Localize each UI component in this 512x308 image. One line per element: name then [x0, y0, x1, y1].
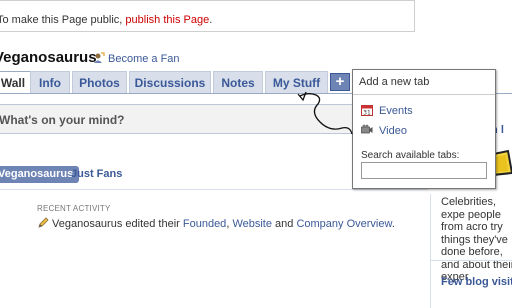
notice-bar: To make this Page public, publish this P…	[0, 0, 415, 32]
search-tabs-input[interactable]	[361, 162, 487, 179]
tab-discussions[interactable]: Discussions	[129, 71, 211, 93]
recent-activity-label: RECENT ACTIVITY	[37, 204, 111, 213]
video-camera-icon	[361, 124, 373, 136]
become-fan-link[interactable]: Become a Fan	[93, 52, 180, 65]
publish-page-link[interactable]: publish this Page	[125, 14, 209, 26]
calendar-icon: 31	[361, 104, 373, 117]
tab-info[interactable]: Info	[30, 71, 70, 93]
filter-page-posts[interactable]: Veganosaurus	[0, 166, 80, 183]
filter-just-fans[interactable]: Just Fans	[71, 168, 122, 180]
activity-suffix: .	[391, 218, 395, 230]
dropdown-item-video[interactable]: Video	[361, 124, 407, 137]
dropdown-item-events[interactable]: 31 Events	[361, 104, 413, 117]
dropdown-item-label: Video	[379, 125, 407, 137]
fan-icon	[93, 52, 105, 64]
tab-photos[interactable]: Photos	[72, 71, 127, 93]
website-link[interactable]: Website	[232, 218, 272, 230]
dropdown-separator	[353, 94, 495, 95]
notice-text: To make this Page public, publish this P…	[0, 14, 212, 26]
pencil-icon	[37, 217, 49, 229]
tab-my-stuff[interactable]: My Stuff	[265, 71, 328, 93]
status-placeholder: What's on your mind?	[0, 113, 125, 127]
activity-sep-2: and	[271, 218, 297, 230]
company-overview-link[interactable]: Company Overview	[296, 218, 391, 230]
tab-notes[interactable]: Notes	[213, 71, 263, 93]
svg-text:31: 31	[363, 110, 371, 117]
add-tab-dropdown: Add a new tab 31 Events Video Search ava…	[352, 69, 496, 189]
add-tab-button[interactable]: +	[330, 73, 350, 91]
founded-link[interactable]: Founded	[183, 218, 226, 230]
sidebar-separator	[430, 260, 512, 261]
sidebar-divider	[430, 194, 431, 308]
search-tabs-label: Search available tabs:	[361, 150, 460, 161]
dropdown-item-label: Events	[379, 105, 413, 117]
notice-suffix: .	[209, 14, 213, 26]
tab-wall[interactable]: Wall	[0, 71, 32, 93]
dropdown-title: Add a new tab	[359, 76, 430, 88]
sidebar-heading: Few blog visito	[441, 276, 512, 288]
filter-divider	[0, 189, 428, 190]
become-fan-label: Become a Fan	[108, 53, 180, 65]
activity-item: Veganosaurus edited their Founded, Websi…	[37, 217, 395, 230]
sidebar-blurb: Celebrities, expe people from acro try t…	[441, 196, 512, 283]
page-title: Veganosaurus	[0, 49, 97, 66]
notice-prefix: To make this Page public,	[0, 14, 126, 26]
activity-text: Veganosaurus edited their	[52, 218, 183, 230]
plus-icon: +	[335, 73, 345, 90]
